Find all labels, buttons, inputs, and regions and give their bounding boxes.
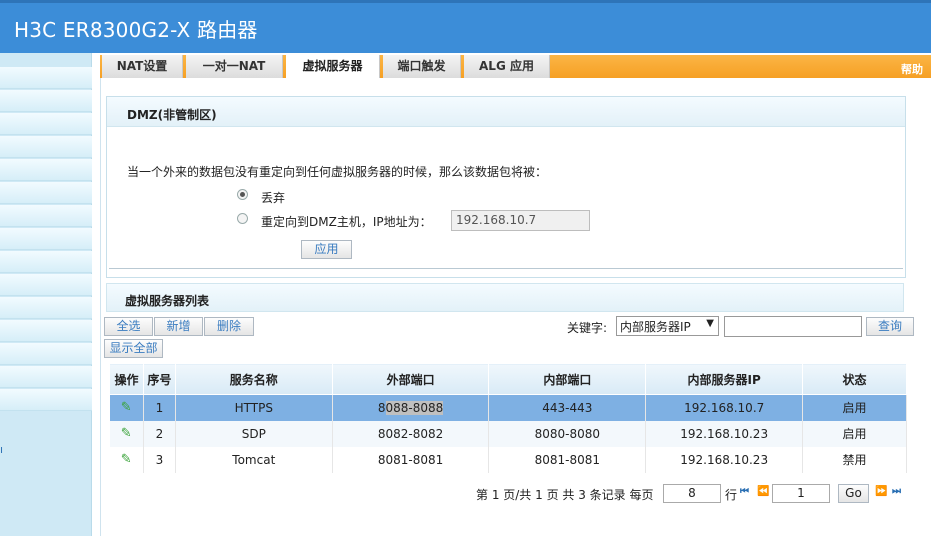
service-name: SDP [175,420,333,447]
sidebar-item[interactable] [0,297,92,319]
external-port-prefix: 8 [377,400,386,415]
internal-port: 8080-8080 [488,420,647,447]
sidebar-item[interactable] [0,320,92,342]
keyword-label: 关键字: [567,321,608,335]
list-header: 虚拟服务器列表 [106,283,904,312]
sidebar-item[interactable] [0,366,92,388]
internal-ip: 192.168.10.7 [645,394,804,421]
col-header: 服务名称 [174,363,333,395]
sidebar: ı [0,53,92,536]
col-header: 操作 [109,363,144,395]
tab-bar: NAT设置 一对一NAT 虚拟服务器 端口触发 ALG 应用 帮助 [100,53,931,80]
col-header: 状态 [802,363,907,395]
add-button[interactable]: 新增 [154,317,203,336]
edit-cell[interactable]: ✎ [109,420,144,447]
service-name: HTTPS [175,394,333,421]
sidebar-item[interactable] [0,159,92,181]
sidebar-item[interactable] [0,343,92,365]
prev-page-icon[interactable]: ⏪ [757,486,769,497]
keyword-select[interactable]: 内部服务器IP ▼ [616,316,719,336]
next-page-icon[interactable]: ⏩ [875,486,887,497]
search-button[interactable]: 查询 [866,317,914,336]
dmz-ip-input[interactable]: 192.168.10.7 [451,210,590,231]
help-link[interactable]: 帮助 [901,61,923,77]
apply-button[interactable]: 应用 [301,240,352,259]
sidebar-item[interactable] [0,136,92,158]
table-row[interactable]: ✎ 1 HTTPS 8088-8088 443-443 192.168.10.7… [109,394,907,421]
external-port-highlight: 088-8088 [385,400,444,415]
dmz-panel: DMZ(非管制区) 当一个外来的数据包没有重定向到任何虚拟服务器的时候，那么该数… [106,96,906,278]
sidebar-item[interactable] [0,389,92,411]
keyword-input[interactable] [724,316,862,337]
dmz-title: DMZ(非管制区) [127,108,217,122]
col-header: 内部服务器IP [645,363,804,395]
col-header: 内部端口 [488,363,647,395]
tab-nat-settings[interactable]: NAT设置 [102,55,183,78]
page-input[interactable]: 1 [772,484,830,503]
go-button[interactable]: Go [838,484,869,503]
sidebar-item[interactable] [0,251,92,273]
internal-port: 8081-8081 [488,446,647,473]
internal-ip: 192.168.10.23 [645,420,804,447]
chevron-down-icon: ▼ [706,318,714,329]
list-title: 虚拟服务器列表 [125,294,210,308]
internal-ip: 192.168.10.23 [645,446,804,473]
status: 禁用 [802,446,907,473]
edit-cell[interactable]: ✎ [109,394,144,421]
redirect-label: 重定向到DMZ主机，IP地址为： [261,215,432,229]
col-header: 序号 [142,363,176,395]
row-label: 行 [725,488,738,502]
external-port: 8082-8082 [332,420,490,447]
pencil-icon[interactable]: ✎ [121,400,132,415]
header-bar: H3C ER8300G2-X 路由器 [0,0,931,53]
sidebar-item[interactable] [0,67,92,89]
tab-alg[interactable]: ALG 应用 [464,55,550,78]
status: 启用 [802,394,907,421]
header-edge [0,0,931,3]
table-row[interactable]: ✎ 2 SDP 8082-8082 8080-8080 192.168.10.2… [109,420,907,447]
sidebar-item[interactable] [0,205,92,227]
tab-virtual-server[interactable]: 虚拟服务器 [286,55,380,80]
app-title: H3C ER8300G2-X 路由器 [14,18,258,42]
service-name: Tomcat [175,446,333,473]
sidebar-item[interactable] [0,113,92,135]
sidebar-item[interactable] [0,228,92,250]
tab-port-trigger[interactable]: 端口触发 [383,55,461,78]
sidebar-item[interactable] [0,274,92,296]
first-page-icon[interactable]: ⏮ [740,486,749,497]
discard-label: 丢弃 [261,191,286,205]
dmz-panel-header: DMZ(非管制区) [107,97,905,127]
pencil-icon[interactable]: ✎ [121,452,132,467]
dmz-description: 当一个外来的数据包没有重定向到任何虚拟服务器的时候，那么该数据包将被： [127,165,548,179]
redirect-radio[interactable] [237,213,248,224]
sidebar-item[interactable] [0,182,92,204]
external-port: 8081-8081 [332,446,490,473]
sidebar-item[interactable] [0,90,92,112]
edit-cell[interactable]: ✎ [109,446,144,473]
pager-summary: 第 1 页/共 1 页 共 3 条记录 每页 [476,488,654,502]
show-all-button[interactable]: 显示全部 [104,339,163,358]
sidebar-link[interactable]: ı [0,443,8,456]
delete-button[interactable]: 删除 [204,317,254,336]
row-number: 2 [143,420,176,447]
row-number: 3 [143,446,176,473]
select-all-button[interactable]: 全选 [104,317,153,336]
keyword-select-value: 内部服务器IP [620,320,691,334]
discard-radio[interactable] [237,189,248,200]
table-row[interactable]: ✎ 3 Tomcat 8081-8081 8081-8081 192.168.1… [109,446,907,473]
row-number: 1 [143,394,176,421]
pencil-icon[interactable]: ✎ [121,426,132,441]
col-header: 外部端口 [331,363,490,395]
per-page-input[interactable]: 8 [663,484,721,503]
virtual-server-table: 操作 序号 服务名称 外部端口 内部端口 内部服务器IP 状态 ✎ 1 HTTP… [109,363,907,473]
tab-one-to-one-nat[interactable]: 一对一NAT [186,55,283,78]
internal-port: 443-443 [488,394,647,421]
external-port: 8088-8088 [332,394,490,421]
last-page-icon[interactable]: ⏭ [892,486,901,497]
panel-divider [109,268,903,269]
status: 启用 [802,420,907,447]
